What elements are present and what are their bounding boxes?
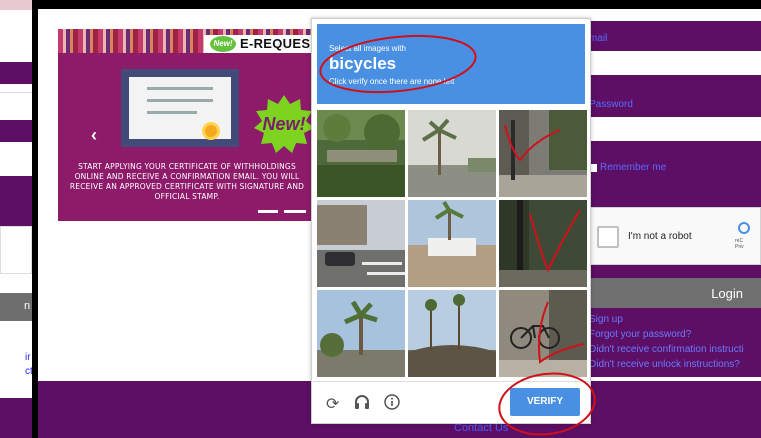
captcha-instruction: Select all images with — [329, 44, 406, 53]
certificate-line — [147, 87, 213, 90]
captcha-toolbar: ⟳ VERIFY — [312, 381, 590, 423]
captcha-tile-image — [408, 110, 496, 197]
certificate-line — [147, 99, 213, 102]
unlock-instructions-link[interactable]: Didn't receive unlock instructions? — [589, 359, 740, 370]
login-button[interactable]: Login — [589, 278, 761, 308]
password-label: Password — [589, 99, 633, 110]
captcha-tile-image — [408, 290, 496, 377]
screen: n ir ct New! E-REQUES New! ‹ START APPLY… — [0, 0, 761, 438]
recaptcha-brand-line[interactable]: Priv — [735, 244, 744, 250]
info-icon[interactable] — [384, 394, 400, 415]
captcha-tile-image — [499, 110, 587, 197]
new-badge-big-label: New! — [262, 114, 306, 134]
captcha-tile[interactable] — [317, 200, 405, 287]
captcha-target: bicycles — [329, 54, 397, 73]
captcha-tile-image — [317, 200, 405, 287]
captcha-tile[interactable] — [317, 290, 405, 377]
left-window-link[interactable]: ir — [25, 352, 31, 363]
captcha-tile[interactable] — [408, 200, 496, 287]
banner-title-box: New! E-REQUES — [204, 35, 316, 53]
captcha-tile-image — [499, 200, 587, 287]
password-field[interactable] — [589, 117, 761, 141]
forgot-password-link[interactable]: Forgot your password? — [589, 329, 691, 340]
captcha-tile-image — [408, 200, 496, 287]
left-window-input[interactable] — [0, 148, 32, 170]
sign-up-link[interactable]: Sign up — [589, 314, 623, 325]
left-window-band — [0, 0, 32, 10]
banner-text: START APPLYING YOUR CERTIFICATE OF WITHH… — [69, 162, 305, 201]
captcha-instruction-sub: Click verify once there are none left — [329, 77, 455, 86]
recaptcha-label: I'm not a robot — [628, 231, 692, 242]
captcha-tile-image — [317, 290, 405, 377]
recaptcha-brand: reC Priv — [735, 238, 744, 250]
left-window-button[interactable]: n — [0, 293, 32, 321]
left-partial-window: n ir ct — [0, 0, 32, 438]
banner-title: E-REQUES — [240, 36, 311, 51]
email-field[interactable] — [589, 51, 761, 75]
captcha-tile-image — [499, 290, 587, 377]
captcha-tile-image — [317, 110, 405, 197]
carousel-indicator[interactable] — [258, 210, 278, 213]
left-window-band — [0, 120, 32, 142]
medal-icon — [202, 122, 220, 140]
left-window-input[interactable] — [0, 92, 32, 114]
confirmation-instructions-link[interactable]: Didn't receive confirmation instructi — [589, 344, 744, 355]
left-window-link[interactable]: ct — [25, 366, 32, 377]
verify-button[interactable]: VERIFY — [510, 388, 580, 416]
left-window-band — [0, 176, 32, 226]
captcha-header: Select all images with bicycles Click ve… — [317, 24, 585, 104]
captcha-tile[interactable] — [499, 290, 587, 377]
captcha-tile[interactable] — [408, 290, 496, 377]
recaptcha-widget: I'm not a robot reC Priv — [589, 207, 761, 265]
captcha-tile[interactable] — [408, 110, 496, 197]
remember-me-label: Remember me — [600, 162, 667, 173]
certificate-illustration — [121, 69, 239, 147]
left-window-footer — [0, 398, 32, 438]
recaptcha-checkbox[interactable] — [597, 226, 619, 248]
carousel-indicator[interactable] — [284, 210, 306, 213]
captcha-challenge: Select all images with bicycles Click ve… — [311, 18, 591, 424]
email-label: mail — [589, 33, 608, 44]
login-form: mail Password Remember me I'm not a robo… — [589, 21, 761, 377]
carousel-prev-icon[interactable]: ‹ — [91, 125, 97, 146]
captcha-tile[interactable] — [317, 110, 405, 197]
recaptcha-logo-icon — [738, 222, 750, 234]
left-window-button-label: n — [24, 300, 31, 312]
headphones-icon[interactable] — [354, 394, 370, 415]
promo-banner: New! E-REQUES New! ‹ START APPLYING YOUR… — [58, 29, 316, 221]
captcha-tile[interactable] — [499, 110, 587, 197]
left-window-box — [0, 226, 32, 274]
refresh-icon[interactable]: ⟳ — [326, 394, 339, 414]
captcha-tile[interactable] — [499, 200, 587, 287]
new-badge-small: New! — [210, 36, 236, 52]
left-window-band — [0, 62, 32, 84]
new-badge-big: New! — [254, 95, 314, 155]
captcha-image-grid — [317, 110, 587, 377]
certificate-line — [147, 111, 197, 114]
